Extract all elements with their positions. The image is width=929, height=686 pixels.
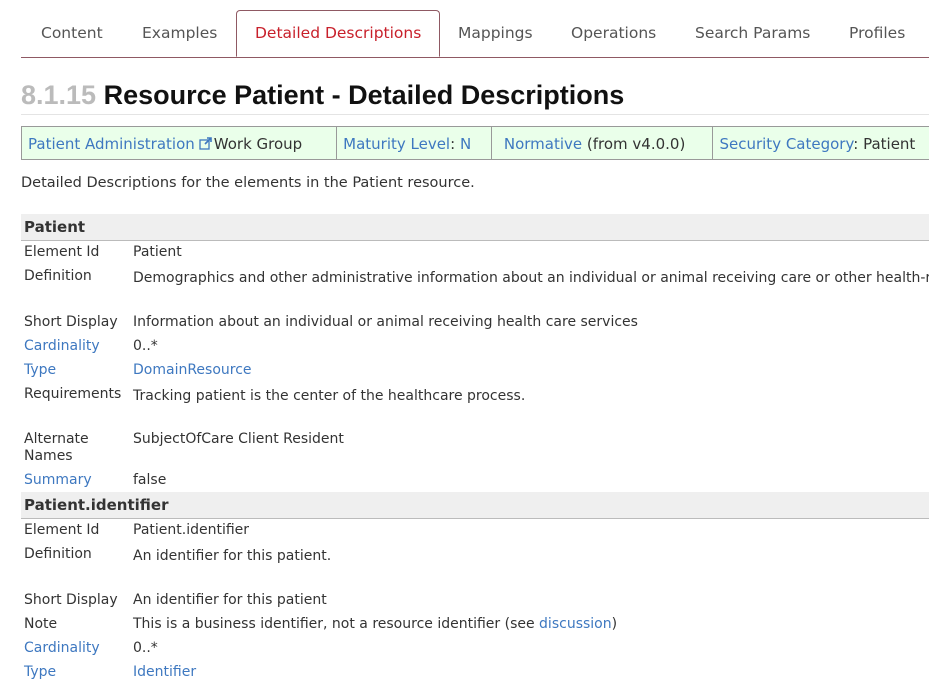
workgroup-link[interactable]: Patient Administration [28,135,195,153]
label-definition: Definition [24,546,92,562]
section-number: 8.1.15 [21,80,97,110]
value-note: This is a business identifier, not a res… [133,616,617,633]
discussion-link[interactable]: discussion [539,616,612,632]
normative-link[interactable]: Normative [504,135,582,153]
value-alternate-names: SubjectOfCare Client Resident [133,431,344,447]
external-link-icon [199,128,212,150]
element-header-patient-identifier: Patient.identifier [21,492,929,519]
resource-info-bar: Patient Administration Work Group Maturit… [21,126,929,160]
value-element-id: Patient.identifier [133,522,250,538]
maturity-level-value: N [459,135,472,153]
note-text-suffix: ) [611,616,618,632]
label-alternate-names: Alternate Names [24,431,129,465]
label-type-link[interactable]: Type [24,362,129,379]
tab-examples[interactable]: Examples [142,10,217,57]
label-cardinality-link[interactable]: Cardinality [24,338,129,355]
label-short-display: Short Display [24,314,118,330]
value-cardinality: 0..* [133,338,158,354]
value-type-link[interactable]: DomainResource [133,362,252,379]
label-requirements: Requirements [24,386,122,402]
value-short-display: An identifier for this patient [133,592,327,608]
status-suffix: (from v4.0.0) [586,135,686,153]
tab-operations[interactable]: Operations [571,10,656,57]
maturity-level-link[interactable]: Maturity Level [343,135,450,153]
security-cell: Security Category: Patient [713,127,929,159]
status-cell: Normative (from v4.0.0) [492,127,714,159]
value-cardinality: 0..* [133,640,158,656]
label-definition: Definition [24,268,92,284]
value-definition: Demographics and other administrative in… [133,270,929,286]
label-summary-link[interactable]: Summary [24,472,129,489]
label-note: Note [24,616,58,632]
value-summary: false [133,472,167,488]
label-short-display: Short Display [24,592,118,608]
note-text-prefix: This is a business identifier, not a res… [133,616,540,632]
value-element-id: Patient [133,244,182,260]
tab-content[interactable]: Content [41,10,103,57]
page-title: 8.1.15 Resource Patient - Detailed Descr… [21,80,624,111]
label-element-id: Element Id [24,244,100,260]
security-category-link[interactable]: Security Category [719,135,853,153]
label-alternate-line2: Names [24,448,73,464]
label-alternate-line1: Alternate [24,431,89,447]
tab-search-params[interactable]: Search Params [695,10,810,57]
workgroup-cell: Patient Administration Work Group [22,127,338,159]
value-short-display: Information about an individual or anima… [133,314,638,330]
security-category-value: : Patient [853,135,916,153]
element-header-patient: Patient [21,214,929,241]
value-definition: An identifier for this patient. [133,548,332,564]
tab-detailed-descriptions[interactable]: Detailed Descriptions [236,10,441,57]
workgroup-suffix: Work Group [213,135,303,153]
label-type-link[interactable]: Type [24,664,129,681]
intro-text: Detailed Descriptions for the elements i… [21,175,475,191]
title-divider [21,114,929,115]
value-requirements: Tracking patient is the center of the he… [133,388,526,404]
maturity-separator: : [450,135,456,153]
page-title-text: Resource Patient - Detailed Descriptions [103,80,625,110]
tab-mappings[interactable]: Mappings [458,10,533,57]
resource-tabs: Content Examples Detailed Descriptions M… [21,10,929,58]
tab-profiles[interactable]: Profiles [849,10,905,57]
label-cardinality-link[interactable]: Cardinality [24,640,129,657]
label-element-id: Element Id [24,522,100,538]
value-type-link[interactable]: Identifier [133,664,196,681]
maturity-cell: Maturity Level: N [337,127,492,159]
